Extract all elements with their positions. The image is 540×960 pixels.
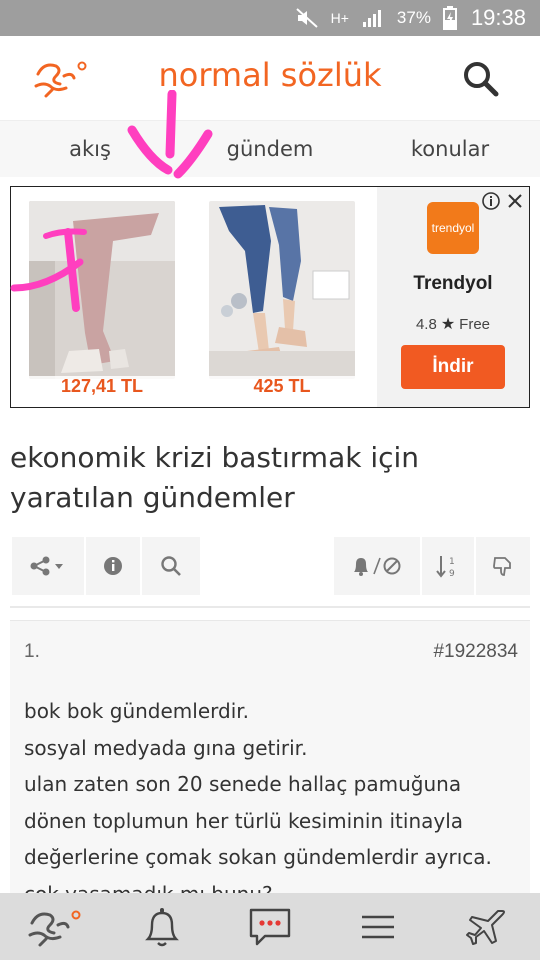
entry-number: 1. [24,641,40,662]
topic-title[interactable]: ekonomik krizi bastırmak için yaratılan … [10,438,520,518]
tab-akis[interactable]: akış [0,137,180,161]
site-title[interactable]: normal sözlük [0,56,540,94]
app-header: normal sözlük [0,36,540,121]
svg-text:9: 9 [449,569,455,579]
product-price: 425 TL [209,376,355,397]
share-button[interactable] [12,537,84,595]
nav-messages[interactable] [240,902,300,952]
dislike-button[interactable] [476,537,530,595]
entry-card: 1. #1922834 bok bok gündemlerdir. sosyal… [10,620,530,921]
notify-block-button[interactable] [334,537,420,595]
search-in-topic-button[interactable] [142,537,200,595]
star-icon: ★ [440,316,456,333]
share-icon [30,556,63,576]
battery-percent: 37% [396,8,431,27]
entry-text: bok bok gündemlerdir. sosyal medyada gın… [24,693,524,912]
entry-line: bok bok gündemlerdir. [24,699,249,723]
app-rating: 4.8 ★ Free [377,314,529,334]
app-name: Trendyol [413,273,493,294]
topic-toolbar-right: 1 9 [334,537,530,595]
logo-icon [28,910,81,946]
ad-app-card[interactable]: trendyol Trendyol 4.8 ★ Free İndir [377,187,529,407]
nav-notifications[interactable] [132,902,192,952]
bell-icon [145,907,179,946]
battery-icon [442,6,457,30]
chat-icon [249,908,291,945]
bottom-nav [0,893,540,960]
entry-id-link[interactable]: #1922834 [433,641,518,663]
svg-text:1: 1 [449,557,455,567]
entry-line: ulan zaten son 20 senede hallaç pamuğuna [24,772,462,796]
entry-line: dönen toplumun her türlü kesiminin itina… [24,808,464,833]
ad-product-2[interactable]: 425 TL [209,201,355,397]
nav-menu[interactable] [348,902,408,952]
tab-bar: akış gündem konular [0,121,540,177]
thumb-down-icon [493,557,511,576]
bell-block-icon [354,557,401,576]
sort-button[interactable]: 1 9 [422,537,474,595]
tab-gundem[interactable]: gündem [180,137,360,161]
close-icon[interactable] [505,191,525,211]
search-icon [161,556,181,576]
product-image [29,201,175,379]
status-bar: H+ 37% 19:38 [0,0,540,36]
entry-line: değerlerine çomak sokan gündemlerdir ayr… [24,845,492,869]
info-button[interactable] [86,537,140,595]
plane-icon [466,909,505,945]
divider [10,606,530,608]
nav-home[interactable] [24,902,84,952]
app-icon: trendyol [427,202,479,254]
price-type: Free [459,316,491,333]
nav-travel[interactable] [456,902,516,952]
network-type: H+ [330,10,349,26]
ad-banner[interactable]: 127,41 TL 425 TL trendyol Trendyol 4.8 ★ F [10,186,530,408]
menu-icon [362,915,394,938]
tab-konular[interactable]: konular [360,137,540,161]
info-icon [104,557,122,575]
mute-icon [295,7,319,29]
sort-icon: 1 9 [436,556,455,579]
install-button[interactable]: İndir [401,345,505,389]
topic-toolbar-left [12,537,202,595]
search-icon[interactable] [462,60,500,98]
entry-line: sosyal medyada gına getirir. [24,735,308,760]
rating-value: 4.8 [415,316,437,333]
product-price: 127,41 TL [29,376,175,397]
clock: 19:38 [470,5,526,30]
ad-product-1[interactable]: 127,41 TL [29,201,175,397]
product-image [209,201,355,379]
info-icon[interactable] [481,191,501,211]
signal-icon [361,7,385,29]
